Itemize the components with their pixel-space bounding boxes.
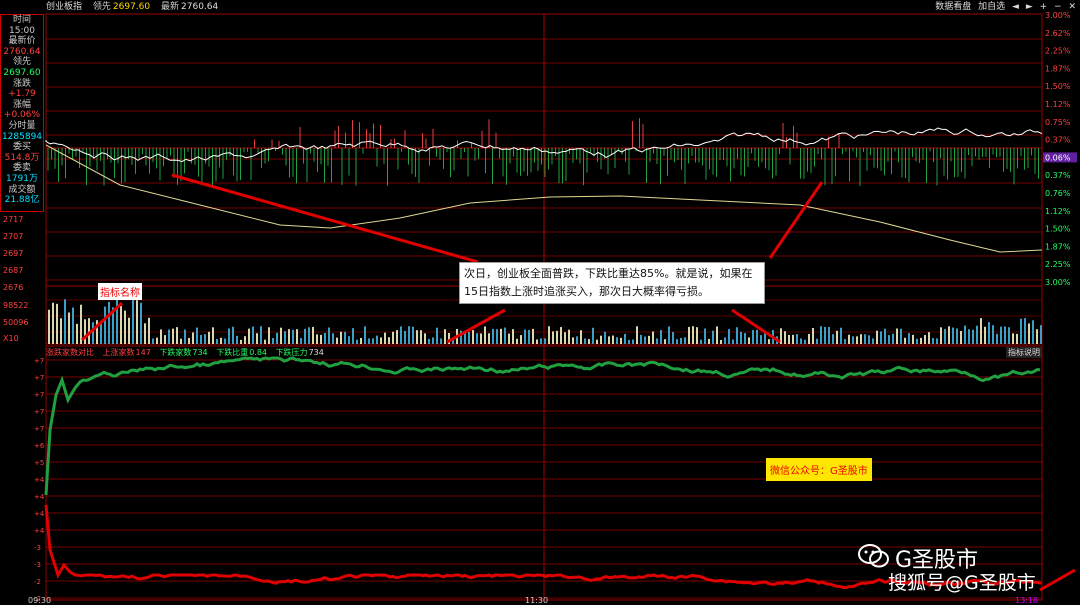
pct-axis-label: 1.12% xyxy=(1045,100,1071,109)
up-count-value: 147 xyxy=(135,348,151,357)
down-ratio-label: 下跌比重 xyxy=(216,348,249,357)
pct-axis-label: 0.37% xyxy=(1045,136,1071,145)
time-end: 13:18 xyxy=(1015,596,1039,605)
watermark-sohu: 搜狐号@G圣股市 xyxy=(888,572,1036,594)
up-count-label: 上涨家数 xyxy=(102,348,135,357)
indicator-axis-label: +7 xyxy=(34,425,44,433)
price-axis-label: 2717 xyxy=(3,215,23,224)
up-count-line xyxy=(44,356,1041,496)
pct-axis-label: 1.12% xyxy=(1045,207,1071,216)
time-start: 09:30 xyxy=(28,596,52,605)
annotation-arrow xyxy=(768,181,824,259)
annotation-box: 次日，创业板全面普跌，下跌比重达85%。就是说，如果在15日指数上涨时追涨买入，… xyxy=(459,262,765,304)
annotation-arrow xyxy=(1039,568,1076,592)
pct-axis-label: 1.50% xyxy=(1045,225,1071,234)
indicator-axis-label: +7 xyxy=(34,408,44,416)
pct-axis-label: 0.06% xyxy=(1045,153,1071,162)
pct-axis-label: 2.62% xyxy=(1045,29,1071,38)
pct-axis-label: 0.37% xyxy=(1045,171,1071,180)
indicator-axis-label: +4 xyxy=(34,493,45,501)
price-axis-label: 2707 xyxy=(3,232,23,241)
price-axis-label: 2676 xyxy=(3,283,23,292)
down-count-label: 下跌家数 xyxy=(159,348,192,357)
indicator-name: 涨跌家数对比 xyxy=(46,348,94,357)
volume-axis-label: 50096 xyxy=(3,318,28,327)
indicator-axis-label: +4 xyxy=(34,510,45,518)
price-axis-label: 2687 xyxy=(3,266,23,275)
indicator-axis-label: -3 xyxy=(34,561,41,569)
indicator-axis-label: -3 xyxy=(34,544,41,552)
indicator-axis-label: +5 xyxy=(34,459,44,467)
indicator-name-tag: 指标名称 xyxy=(98,283,142,300)
pct-axis-label: 2.25% xyxy=(1045,47,1071,56)
pct-axis-label: 0.75% xyxy=(1045,118,1071,127)
price-axis-label: 2697 xyxy=(3,249,23,258)
pct-axis-label: 1.87% xyxy=(1045,64,1071,73)
wechat-logo-icon xyxy=(858,544,889,568)
volume-axis-label: 98522 xyxy=(3,301,28,310)
indicator-axis-label: +7 xyxy=(34,391,44,399)
indicator-axis-label: -2 xyxy=(34,578,41,586)
pct-axis-label: 1.50% xyxy=(1045,82,1071,91)
indicator-axis-label: +4 xyxy=(34,476,45,484)
down-count-value: 734 xyxy=(192,348,208,357)
down-ratio-value: 0.84 xyxy=(249,348,268,357)
annotation-arrow xyxy=(171,173,479,264)
indicator-axis-label: +6 xyxy=(34,442,45,450)
indicator-help-button[interactable]: 指标说明 xyxy=(1006,347,1042,358)
pct-axis-label: 3.00% xyxy=(1045,11,1071,20)
pct-axis-label: 0.76% xyxy=(1045,189,1071,198)
volume-axis-label: X10 xyxy=(3,334,19,343)
down-pressure-value: 734 xyxy=(308,348,324,357)
indicator-axis-label: +7 xyxy=(34,357,44,365)
wechat-tag: 微信公众号：G圣股市 xyxy=(766,458,872,481)
pct-axis-label: 2.25% xyxy=(1045,260,1071,269)
indicator-axis-label: +4 xyxy=(34,527,45,535)
indicator-header: 涨跌家数对比 上涨家数147 下跌家数734 下跌比重0.84 下跌压力734 xyxy=(46,347,1046,358)
time-mid: 11:30 xyxy=(525,596,549,605)
pct-axis-label: 3.00% xyxy=(1045,278,1071,287)
down-pressure-label: 下跌压力 xyxy=(275,348,308,357)
indicator-axis-label: +7 xyxy=(34,374,44,382)
pct-axis-label: 1.87% xyxy=(1045,242,1071,251)
